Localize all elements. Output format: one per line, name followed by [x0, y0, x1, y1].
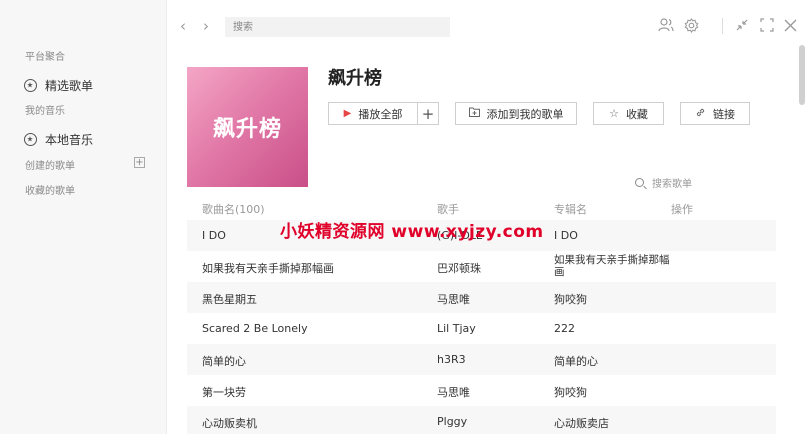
add-playlist-button[interactable]: + [134, 157, 145, 168]
play-all-label: 播放全部 [358, 107, 403, 121]
header-song: 歌曲名(100) [202, 203, 265, 216]
scrollbar[interactable] [799, 45, 805, 105]
gear-icon[interactable] [683, 17, 699, 33]
song-artist[interactable]: h3R3 [437, 353, 466, 366]
section-platform: 平台聚合 [25, 52, 65, 63]
watermark: 小妖精资源网 www.xyjzy.com [280, 222, 544, 242]
song-album[interactable]: 狗咬狗 [554, 384, 587, 400]
add-to-queue-button[interactable]: + [417, 102, 439, 125]
toolbar-divider [722, 18, 723, 34]
maximize-icon[interactable] [759, 17, 775, 33]
song-title: 如果我有天亲手撕掉那幅画 [202, 262, 334, 275]
add-to-label: 添加到我的歌单 [486, 107, 564, 121]
song-album[interactable]: 狗咬狗 [554, 291, 587, 307]
header-album: 专辑名 [554, 203, 587, 216]
search-icon [635, 178, 644, 187]
table-row[interactable]: 黑色星期五 马思唯 狗咬狗 [187, 282, 776, 313]
forward-icon[interactable]: › [203, 17, 209, 35]
header-artist: 歌手 [437, 203, 459, 216]
minimize-icon[interactable] [734, 17, 750, 33]
users-icon[interactable] [658, 17, 674, 33]
link-icon [695, 107, 706, 121]
song-search-input[interactable]: 搜索歌单 [635, 175, 692, 190]
section-created: 创建的歌单 [25, 161, 75, 172]
song-album[interactable]: 222 [554, 322, 575, 335]
song-title: 心动贩卖机 [202, 417, 257, 430]
add-to-playlist-button[interactable]: 添加到我的歌单 [455, 102, 577, 125]
song-title: I DO [202, 229, 226, 242]
table-row[interactable]: 心动贩卖机 Plggy 心动贩卖店 [187, 406, 776, 434]
cover-text: 飙升榜 [212, 117, 282, 142]
song-album[interactable]: 如果我有天亲手撕掉那幅画 [554, 254, 679, 278]
playlist-cover: 飙升榜 [187, 67, 308, 187]
page-title: 飙升榜 [328, 68, 382, 89]
song-album[interactable]: 心动贩卖店 [554, 415, 609, 431]
back-icon[interactable]: ‹ [180, 17, 186, 35]
favorite-button[interactable]: ☆ 收藏 [593, 102, 664, 125]
link-button[interactable]: 链接 [680, 102, 750, 125]
play-icon: ▶ [343, 108, 352, 119]
star-icon [24, 79, 37, 92]
sidebar-item-featured[interactable]: 精选歌单 [24, 77, 93, 94]
song-artist[interactable]: Plggy [437, 415, 467, 428]
favorite-label: 收藏 [625, 107, 648, 121]
table-row[interactable]: 第一块劳 马思唯 狗咬狗 [187, 375, 776, 406]
song-album[interactable]: I DO [554, 229, 578, 242]
song-title: Scared 2 Be Lonely [202, 322, 308, 335]
sidebar: 平台聚合 精选歌单 我的音乐 本地音乐 创建的歌单 + 收藏的歌单 [0, 0, 167, 434]
folder-add-icon [468, 107, 480, 120]
section-collected: 收藏的歌单 [25, 186, 75, 197]
table-row[interactable]: Scared 2 Be Lonely Lil Tjay 222 [187, 313, 776, 344]
link-label: 链接 [713, 107, 735, 121]
song-artist[interactable]: 巴邓顿珠 [437, 260, 481, 276]
section-my-music: 我的音乐 [25, 106, 65, 117]
table-row[interactable]: 如果我有天亲手撕掉那幅画 巴邓顿珠 如果我有天亲手撕掉那幅画 [187, 251, 776, 282]
song-artist[interactable]: Lil Tjay [437, 322, 476, 335]
song-title: 黑色星期五 [202, 293, 257, 306]
song-title: 第一块劳 [202, 386, 246, 399]
play-all-button[interactable]: ▶ 播放全部 [328, 102, 418, 125]
close-icon[interactable] [782, 17, 798, 33]
song-artist[interactable]: 马思唯 [437, 384, 470, 400]
sidebar-item-label: 精选歌单 [45, 79, 94, 93]
song-artist[interactable]: 马思唯 [437, 291, 470, 307]
sidebar-item-label: 本地音乐 [45, 133, 94, 147]
song-search-placeholder: 搜索歌单 [652, 179, 692, 190]
song-album[interactable]: 简单的心 [554, 353, 598, 369]
song-title: 简单的心 [202, 355, 246, 368]
sidebar-item-local[interactable]: 本地音乐 [24, 131, 93, 148]
header-actions: 操作 [671, 203, 693, 216]
table-row[interactable]: 简单的心 h3R3 简单的心 [187, 344, 776, 375]
star-icon [24, 133, 37, 146]
star-outline-icon: ☆ [609, 107, 619, 120]
search-input[interactable] [225, 17, 450, 37]
